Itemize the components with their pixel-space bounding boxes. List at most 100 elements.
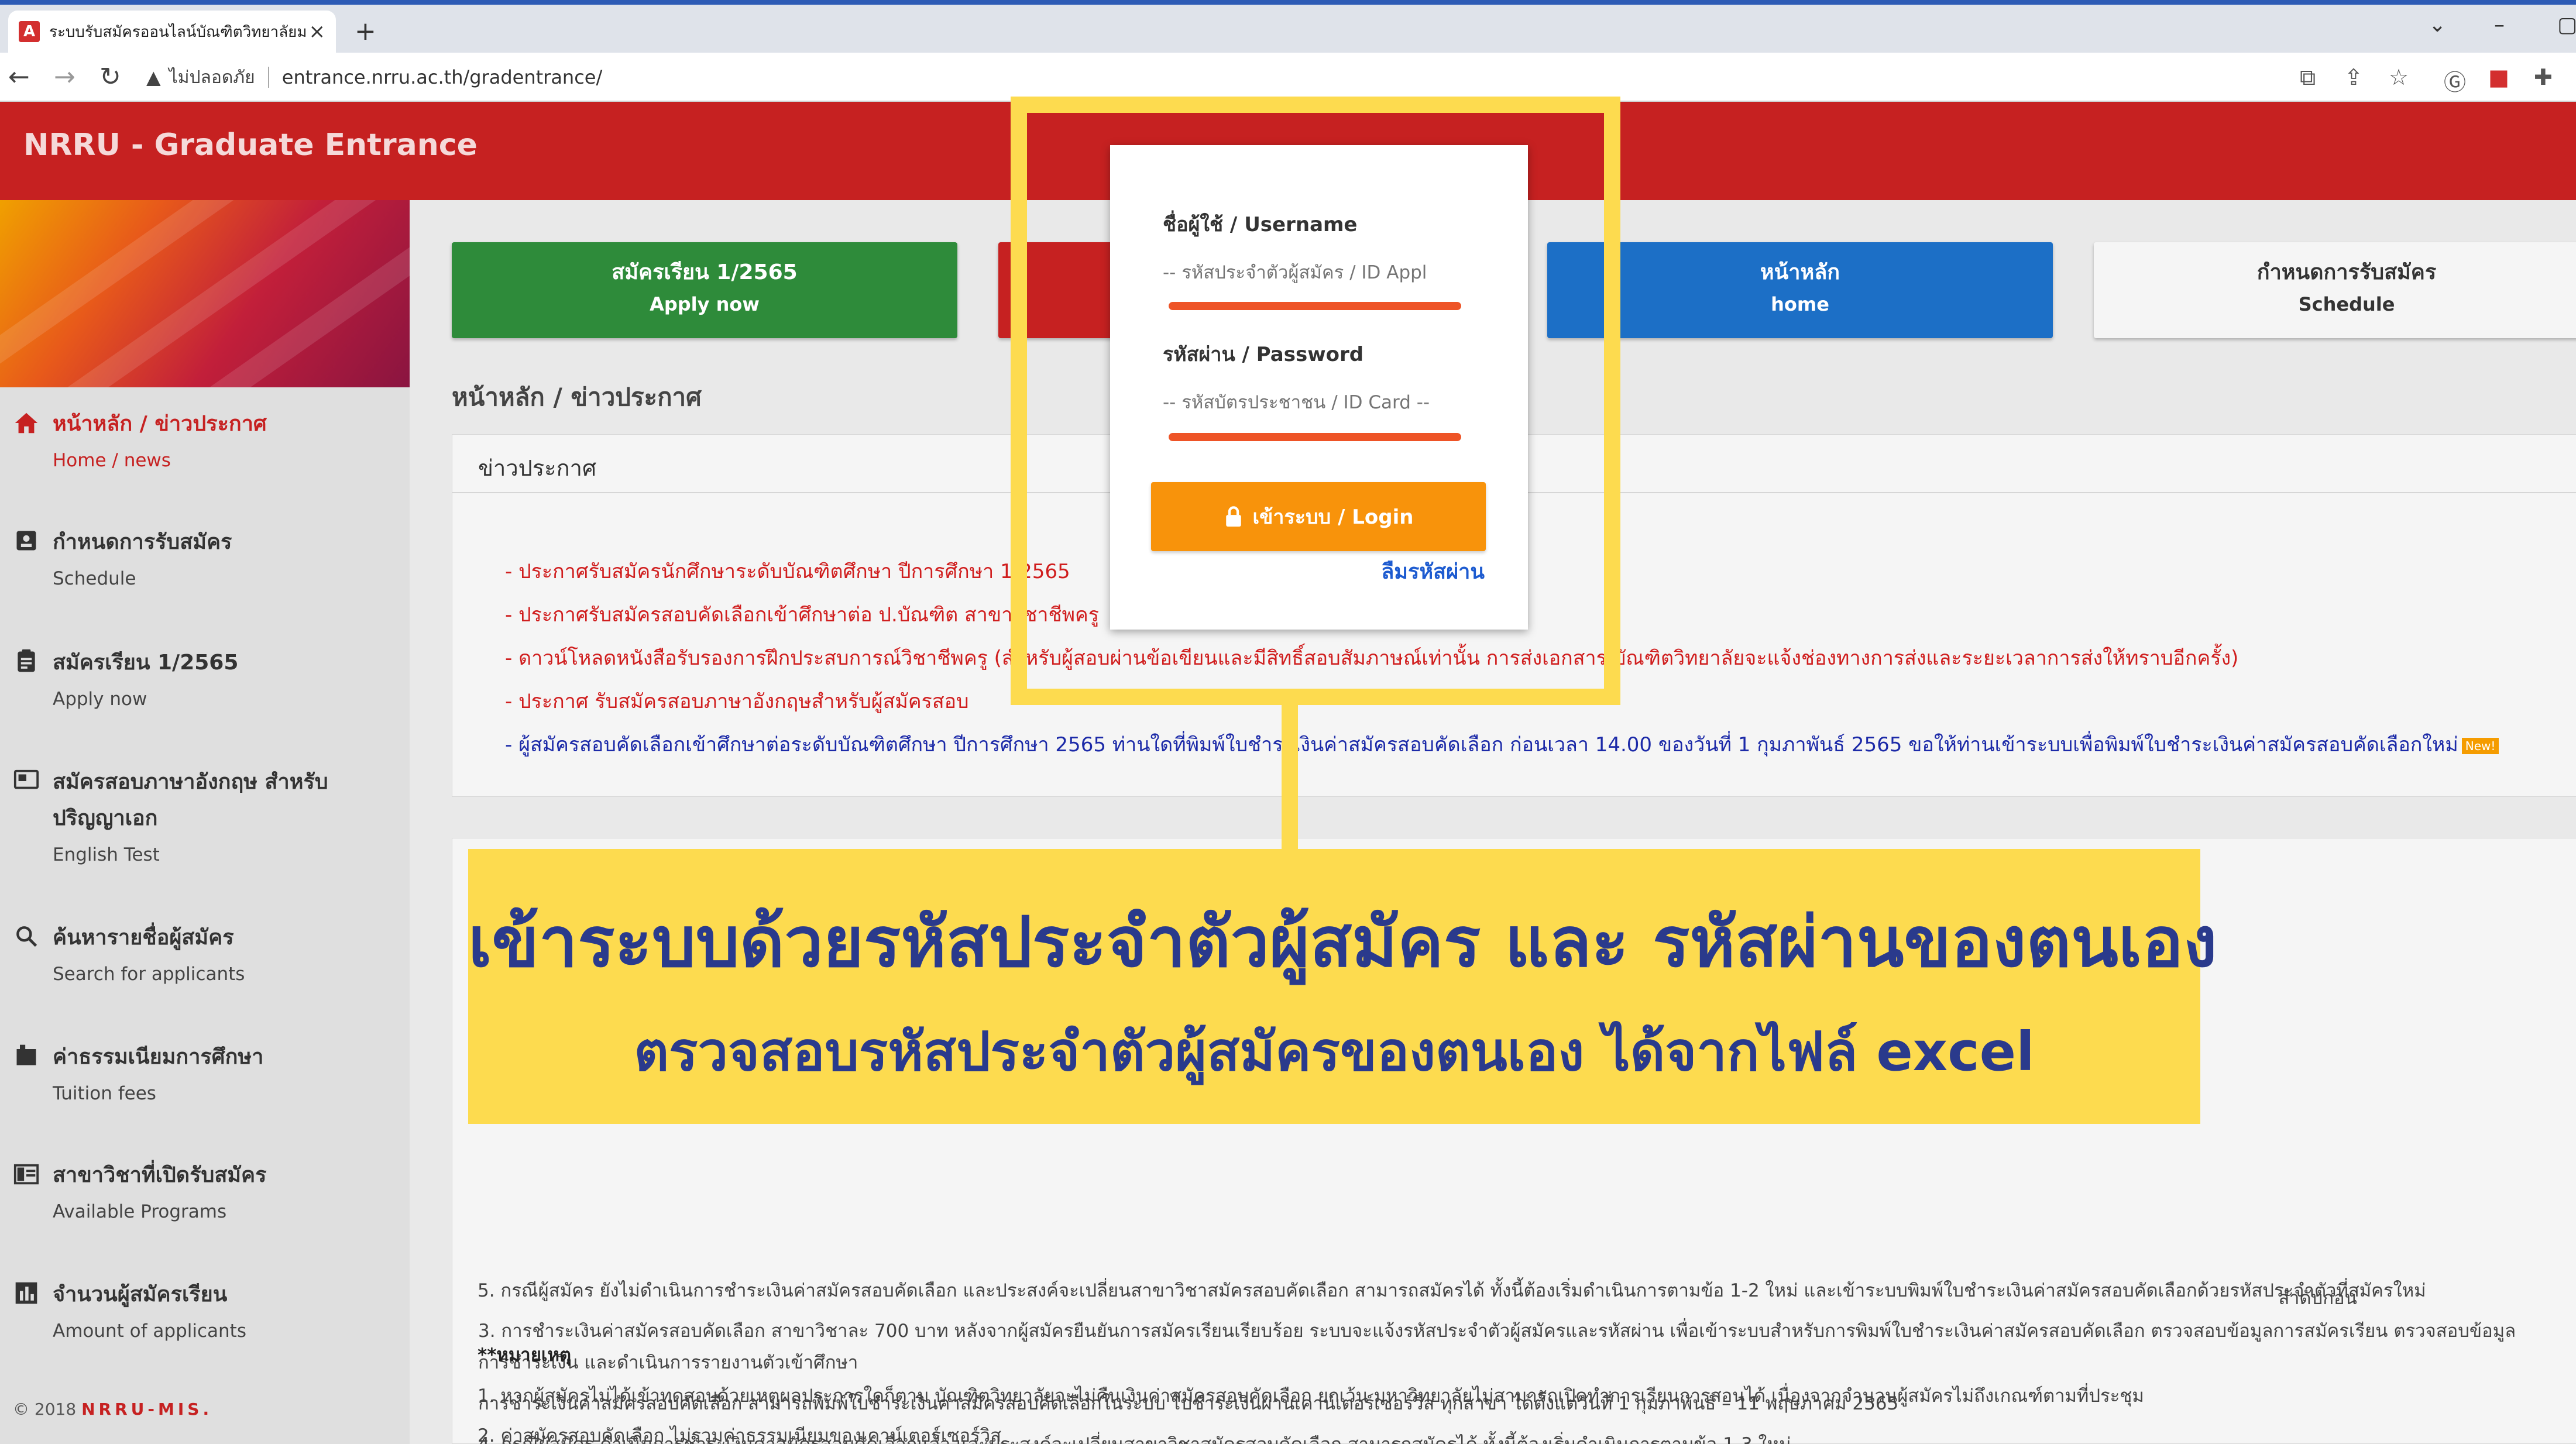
tab-title: ระบบรับสมัครออนไลน์บัณฑิตวิทยาลัยมห — [49, 23, 307, 41]
new-badge: New! — [2461, 737, 2499, 754]
breadcrumb: หน้าหลัก / ข่าวประกาศ — [452, 383, 702, 411]
username-label: ชื่อผู้ใช้ / Username — [1163, 213, 1358, 236]
monitor-icon — [0, 764, 53, 873]
lock-icon — [1224, 506, 1244, 528]
password-label: รหัสผ่าน / Password — [1163, 343, 1364, 366]
callout-connector — [1282, 705, 1298, 849]
instruction-line: 5. กรณีผู้สมัคร ยังไม่ดำเนินการชำระเงินค… — [478, 1280, 2426, 1301]
apply-now-button[interactable]: สมัครเรียน 1/2565 Apply now — [452, 242, 957, 338]
login-button[interactable]: เข้าระบบ / Login — [1151, 482, 1486, 551]
button-label: หน้าหลัก — [1760, 260, 1840, 284]
url-field[interactable]: ▲ ไม่ปลอดภัย entrance.nrru.ac.th/gradent… — [146, 60, 2253, 95]
sidebar-item-english-test[interactable]: สมัครสอบภาษาอังกฤษ สำหรับ ปริญญาเอก Engl… — [0, 764, 410, 873]
bookmark-star-icon[interactable]: ☆ — [2389, 64, 2409, 90]
restore-icon[interactable]: ▢ — [2557, 13, 2576, 37]
news-item[interactable]: - ประกาศรับสมัครสอบคัดเลือกเข้าศึกษาต่อ … — [505, 599, 1099, 630]
sidebar-item-sublabel: Available Programs — [53, 1201, 227, 1222]
instruction-callout: เข้าระบบด้วยรหัสประจำตัวผู้สมัคร และ รหั… — [468, 849, 2217, 1124]
sidebar-item-sublabel: Home / news — [53, 450, 171, 471]
sidebar: หน้าหลัก / ข่าวประกาศ Home / news กำหนดก… — [0, 200, 410, 1444]
callout-line-2: ตรวจสอบรหัสประจำตัวผู้สมัครของตนเอง ได้จ… — [634, 1020, 2035, 1083]
footer-copyright: © 2018 NRRU-MIS. — [13, 1400, 212, 1419]
callout-line-1: เข้าระบบด้วยรหัสประจำตัวผู้สมัคร และ รหั… — [468, 902, 2217, 982]
sidebar-item-tuition[interactable]: ค่าธรรมเนียมการศึกษา Tuition fees — [0, 1039, 410, 1112]
sidebar-item-label: ค่าธรรมเนียมการศึกษา — [53, 1045, 264, 1069]
search-icon — [0, 920, 53, 992]
tab-search-icon[interactable]: ⌄ — [2429, 13, 2446, 37]
button-sublabel: Apply now — [650, 293, 760, 315]
button-label: กำหนดการรับสมัคร — [2256, 260, 2437, 284]
schedule-button[interactable]: กำหนดการรับสมัคร Schedule — [2094, 242, 2576, 338]
translate-icon[interactable]: ⧉ — [2300, 64, 2316, 91]
extensions-puzzle-icon[interactable]: ✚ — [2534, 64, 2553, 90]
instruction-line: 3. การชำระเงินค่าสมัครสอบคัดเลือก สาขาวิ… — [478, 1321, 2516, 1342]
sidebar-item-label: หน้าหลัก / ข่าวประกาศ — [53, 412, 267, 436]
footer-year: © 2018 — [13, 1400, 77, 1419]
home-button[interactable]: หน้าหลัก home — [1547, 242, 2053, 338]
sidebar-item-programs[interactable]: สาขาวิชาที่เปิดรับสมัคร Available Progra… — [0, 1157, 410, 1230]
back-icon[interactable]: ← — [8, 62, 30, 92]
sidebar-item-sublabel: Search for applicants — [53, 964, 245, 985]
browser-tabstrip: A ระบบรับสมัครออนไลน์บัณฑิตวิทยาลัยมห × … — [0, 5, 2576, 53]
sidebar-item-label: สาขาวิชาที่เปิดรับสมัคร — [53, 1163, 267, 1187]
sidebar-item-sublabel: English Test — [53, 844, 160, 865]
book-icon — [0, 1039, 53, 1112]
login-button-label: เข้าระบบ / Login — [1252, 506, 1414, 529]
home-icon — [0, 406, 53, 479]
security-status: ไม่ปลอดภัย — [169, 67, 255, 88]
news-item[interactable]: - ประกาศรับสมัครนักศึกษาระดับบัณฑิตศึกษา… — [505, 555, 1070, 587]
news-item-latest[interactable]: - ผู้สมัครสอบคัดเลือกเข้าศึกษาต่อระดับบั… — [505, 728, 2499, 760]
favicon-icon: A — [19, 21, 40, 42]
close-tab-icon[interactable]: × — [309, 20, 326, 43]
sidebar-item-sublabel: Tuition fees — [53, 1083, 156, 1104]
login-dialog: ชื่อผู้ใช้ / Username รหัสผ่าน / Passwor… — [1110, 145, 1528, 630]
password-underline — [1169, 433, 1461, 441]
id-card-icon — [0, 524, 53, 597]
instruction-note-heading: **หมายเหตุ — [478, 1345, 572, 1366]
button-sublabel: home — [1771, 293, 1829, 315]
sidebar-item-schedule[interactable]: กำหนดการรับสมัคร Schedule — [0, 524, 410, 597]
instruction-line: 2. ค่าสมัครสอบคัดเลือก ไม่รวมค่าธรรมเนีย… — [478, 1425, 1002, 1444]
button-sublabel: Schedule — [2298, 293, 2395, 315]
reload-icon[interactable]: ↻ — [99, 62, 121, 92]
brand-title[interactable]: NRRU - Graduate Entrance — [23, 128, 478, 163]
bar-chart-icon — [0, 1277, 53, 1349]
username-underline — [1169, 302, 1461, 310]
list-icon — [0, 1157, 53, 1230]
sidebar-item-sublabel: Schedule — [53, 568, 136, 589]
forward-icon[interactable]: → — [54, 62, 75, 92]
warning-icon: ▲ — [146, 66, 161, 88]
sidebar-item-label: ค้นหารายชื่อผู้สมัคร — [53, 926, 234, 950]
sidebar-item-label-line2: ปริญญาเอก — [53, 806, 158, 830]
footer-brand[interactable]: NRRU-MIS. — [81, 1400, 212, 1419]
sidebar-banner — [0, 200, 410, 387]
sidebar-item-sublabel: Amount of applicants — [53, 1321, 246, 1342]
pdf-extension-icon[interactable]: ■ — [2488, 64, 2509, 90]
sidebar-item-sublabel: Apply now — [53, 689, 147, 710]
password-input[interactable] — [1163, 385, 1467, 420]
clipboard-icon — [0, 645, 53, 717]
share-icon[interactable]: ⇪ — [2344, 64, 2363, 90]
sidebar-item-applicants[interactable]: จำนวนผู้สมัครเรียน Amount of applicants — [0, 1277, 410, 1349]
sidebar-item-home[interactable]: หน้าหลัก / ข่าวประกาศ Home / news — [0, 406, 410, 479]
sidebar-item-label: จำนวนผู้สมัครเรียน — [53, 1283, 228, 1307]
extension-g-icon[interactable]: Ⓖ — [2444, 64, 2466, 97]
forgot-password-link[interactable]: ลืมรหัสผ่าน — [1381, 555, 1485, 588]
sidebar-item-label: สมัครสอบภาษาอังกฤษ สำหรับ — [53, 770, 328, 794]
address-bar: ← → ↻ ▲ ไม่ปลอดภัย entrance.nrru.ac.th/g… — [0, 53, 2576, 102]
sidebar-item-label: สมัครเรียน 1/2565 — [53, 651, 239, 675]
url-divider — [267, 67, 269, 88]
minimize-icon[interactable]: – — [2494, 13, 2505, 37]
news-item[interactable]: - ประกาศ รับสมัครสอบภาษาอังกฤษสำหรับผู้ส… — [505, 685, 969, 717]
sidebar-item-apply[interactable]: สมัครเรียน 1/2565 Apply now — [0, 645, 410, 717]
sidebar-item-search[interactable]: ค้นหารายชื่อผู้สมัคร Search for applican… — [0, 920, 410, 992]
url-text: entrance.nrru.ac.th/gradentrance/ — [281, 66, 603, 88]
browser-tab[interactable]: A ระบบรับสมัครออนไลน์บัณฑิตวิทยาลัยมห × — [8, 11, 336, 53]
browser-top-accent — [0, 0, 2576, 5]
instruction-line: 1. หากผู้สมัครไม่ได้เข้าทดสอบด้วยเหตุผลป… — [478, 1385, 2144, 1407]
button-label: สมัครเรียน 1/2565 — [612, 260, 798, 284]
new-tab-icon[interactable]: + — [355, 16, 376, 46]
username-input[interactable] — [1163, 255, 1467, 290]
sidebar-item-label: กำหนดการรับสมัคร — [53, 530, 232, 554]
news-item-text: - ผู้สมัครสอบคัดเลือกเข้าศึกษาต่อระดับบั… — [505, 733, 2458, 757]
